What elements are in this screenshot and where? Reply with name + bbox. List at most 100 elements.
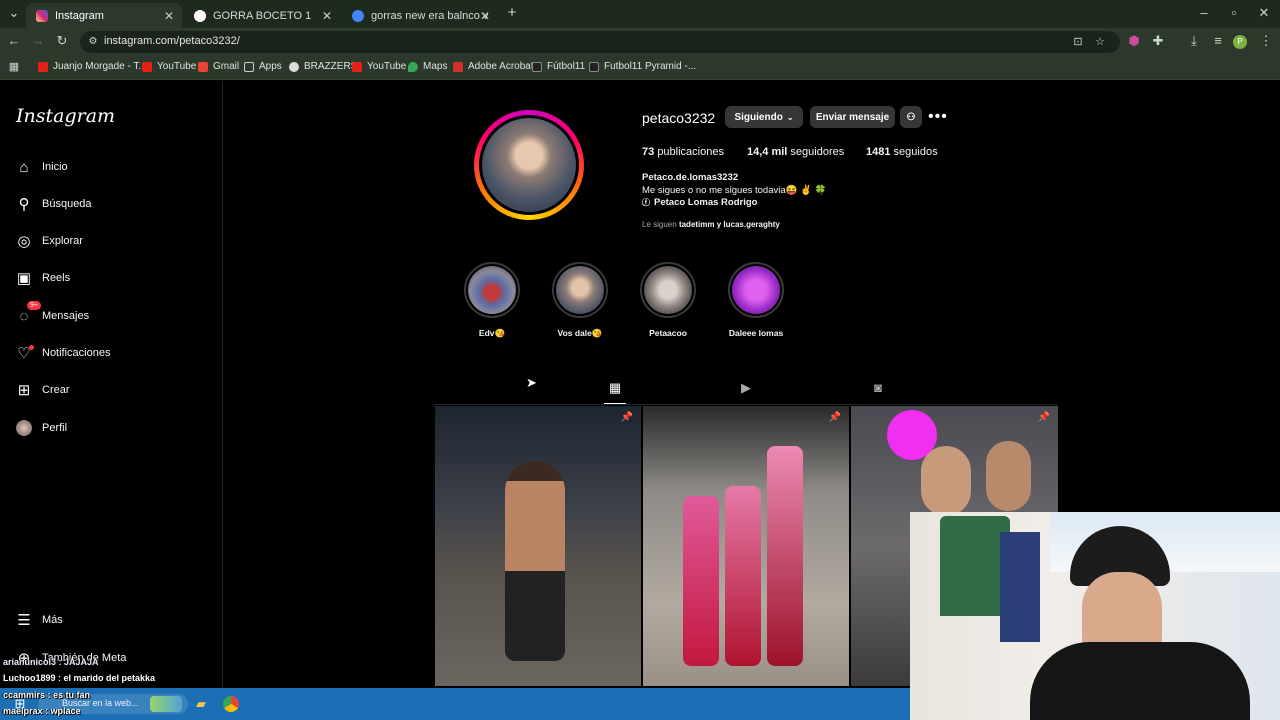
menu-kebab-icon[interactable]: ⋮ [1258,33,1274,49]
unread-badge: 9+ [27,301,41,310]
chat-message: arianunicol3 : JAJAJA [3,657,99,667]
sidebar-item-busqueda[interactable]: ⚲ Búsqueda [15,192,92,216]
window-close-icon[interactable]: ✕ [1256,5,1272,21]
suggested-users-button[interactable]: ⚇ [900,106,922,128]
apps-grid-icon[interactable]: ▦ [6,59,22,75]
pin-icon: 📌 [1037,412,1050,423]
install-app-icon[interactable]: ⊡ [1070,34,1086,50]
facebook-link[interactable]: ⓕ Petaco Lomas Rodrigo [642,197,826,210]
profile-tabs-divider [435,404,1058,405]
bookmark-adobe[interactable]: Adobe Acrobat [453,61,534,72]
highlight-vos-dale[interactable]: Vos dale😘 [550,262,610,339]
bio-text: Me sigues o no me sigues todavia😝 ✌️ 🍀 [642,184,827,196]
instagram-logo[interactable]: Instagram [16,105,115,127]
sidebar-item-mas[interactable]: ☰ Más [15,608,63,632]
bookmark-youtube[interactable]: YouTube [142,61,196,72]
profile-avatar[interactable] [479,115,579,215]
tab-search-icon[interactable]: ⌄ [6,5,22,21]
sidebar-item-notificaciones[interactable]: ♡ Notificaciones [15,341,110,365]
sidebar-item-explorar[interactable]: ◎ Explorar [15,229,83,253]
followers-count[interactable]: 14,4 mil seguidores [747,146,844,158]
search-icon: ⚲ [18,196,30,213]
home-icon: ⌂ [19,158,29,176]
file-explorer-icon[interactable]: ▰ [193,696,209,712]
download-icon[interactable]: ⤓ [1186,33,1202,49]
extension-shield-icon[interactable]: ⬢ [1126,33,1142,49]
tab-instagram[interactable]: Instagram ✕ [26,3,182,28]
bookmark-gmail[interactable]: Gmail [198,61,239,72]
profile-avatar-icon[interactable]: P [1233,35,1247,49]
facebook-icon: ⓕ [642,198,650,207]
highlight-petaacoo[interactable]: Petaacoo [638,262,698,338]
globe-favicon-icon [194,9,206,22]
tab-gorra-boceto[interactable]: GORRA BOCETO 1 ✕ [184,3,340,28]
tab-label: GORRA BOCETO 1 [213,9,312,22]
extensions-puzzle-icon[interactable]: ✚ [1150,33,1166,49]
instagram-sidebar: Instagram ⌂ Inicio ⚲ Búsqueda ◎ Explorar ▣ R… [0,81,223,720]
bookmark-futbol11-pyramid[interactable]: Futbol11 Pyramid -... [589,61,696,72]
bookmark-star-icon[interactable]: ☆ [1092,34,1108,50]
highlight-label: Daleee lomas [728,328,784,338]
sidebar-item-crear[interactable]: ⊞ Crear [15,378,70,402]
url-text: instagram.com/petaco3232/ [104,35,240,47]
chat-message: ccammirs : es tu fan [3,690,91,700]
reload-icon[interactable]: ↻ [54,33,70,49]
pin-icon: 📌 [620,412,633,423]
reading-list-icon[interactable]: ≡ [1210,33,1226,49]
instagram-favicon-icon [36,9,48,22]
tab-label: Instagram [55,9,104,22]
close-icon[interactable]: ✕ [480,9,490,23]
heart-icon: ♡ [15,344,34,362]
highlight-label: Petaacoo [649,328,687,338]
browser-toolbar: ← → ↻ ⚙ instagram.com/petaco3232/ ⊡ ☆ ⬢ … [0,28,1280,56]
sidebar-item-reels[interactable]: ▣ Reels [15,266,70,290]
minimize-icon[interactable]: – [1196,5,1212,21]
tab-reels-icon[interactable]: ▶ [735,380,757,396]
mouse-cursor-icon: ➤ [526,375,537,390]
highlight-label: Vos dale😘 [557,328,603,338]
address-bar[interactable]: ⚙ instagram.com/petaco3232/ ⊡ ☆ [80,31,1120,53]
bookmark-maps[interactable]: Maps [408,61,447,72]
back-icon[interactable]: ← [6,33,22,49]
following-count[interactable]: 1481 seguidos [866,146,938,158]
highlight-daleee-lomas[interactable]: Daleee lomas [726,262,786,338]
sidebar-item-perfil[interactable]: Perfil [15,416,67,440]
bookmark-futbol11[interactable]: Fútbol11 [532,61,585,72]
pin-icon: 📌 [828,412,841,423]
compass-icon: ◎ [17,233,31,250]
chrome-icon[interactable] [223,696,239,712]
followed-by[interactable]: Le siguen tadetimm y lucas.geraghty [642,220,780,229]
google-favicon-icon [352,9,364,22]
forward-icon[interactable]: → [30,33,46,49]
maximize-icon[interactable]: ▫ [1226,5,1242,21]
bookmark-brazzers[interactable]: BRAZZERS [289,61,357,72]
post-tile[interactable]: 📌 [435,406,641,686]
add-person-icon: ⚇ [906,111,916,123]
sidebar-item-inicio[interactable]: ⌂ Inicio [15,155,67,179]
tab-posts-grid-icon[interactable]: ▦ [604,380,626,404]
weather-widget-icon[interactable] [150,696,182,712]
browser-tab-strip: ⌄ Instagram ✕ GORRA BOCETO 1 ✕ gorras ne… [0,0,1280,28]
tab-label: gorras new era balnco verde - B [371,9,488,22]
new-tab-button[interactable]: + [504,5,520,21]
post-tile[interactable]: 📌 [643,406,849,686]
tab-gorras-search[interactable]: gorras new era balnco verde - B ✕ [342,3,498,28]
chat-message: Luchoo1899 : el marido del petakka [3,673,156,683]
profile-username: petaco3232 [642,110,716,126]
close-icon[interactable]: ✕ [322,9,332,23]
site-info-icon[interactable]: ⚙ [85,34,101,50]
posts-count: 73 publicaciones [642,146,724,158]
tab-tagged-icon[interactable]: ◙ [867,380,889,395]
chat-message: maelprax : wplace [3,706,81,716]
bookmark-apps[interactable]: Apps [244,61,282,72]
options-more-icon[interactable]: ••• [928,108,948,126]
following-button[interactable]: Siguiendo ⌄ [725,106,803,128]
bookmark-juanjo[interactable]: Juanjo Morgade - T... [38,61,147,72]
hamburger-menu-icon: ☰ [17,612,31,629]
send-message-button[interactable]: Enviar mensaje [810,106,895,128]
close-icon[interactable]: ✕ [164,9,174,23]
highlight-edv[interactable]: Edv😘 [462,262,522,339]
bookmark-youtube-2[interactable]: YouTube [352,61,406,72]
webcam-overlay [910,512,1280,720]
sidebar-item-mensajes[interactable]: ◌ 9+ Mensajes [15,301,89,328]
